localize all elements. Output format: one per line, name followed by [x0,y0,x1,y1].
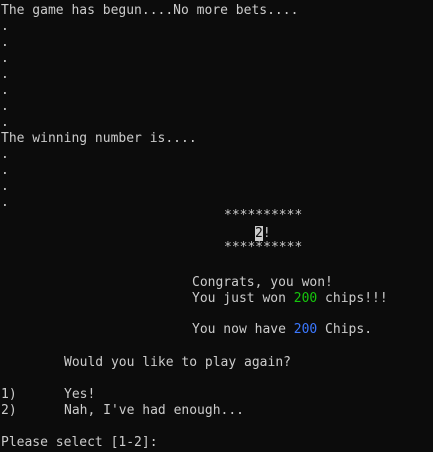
won-chips-text: You just won 200 chips!!! [192,291,388,307]
chip-balance-text: You now have 200 Chips. [192,322,372,338]
winning-number: 2 [255,226,263,241]
progress-dot: . [1,115,9,130]
progress-dot: . [1,163,9,178]
menu-option-yes: 1) [1,387,17,403]
chip-balance: 200 [293,322,318,337]
option-label-no: Nah, I've had enough... [64,403,245,418]
progress-dot: . [1,67,9,82]
progress-dot: . [1,195,9,210]
won-amount: 200 [293,291,318,306]
winning-number-suffix: ! [262,226,271,241]
won-prefix: You just won [192,291,294,306]
stars-bottom: ********** [224,240,303,255]
option-number: 2) [1,403,17,418]
balance-suffix: Chips. [317,322,373,337]
progress-dot: . [1,51,9,66]
progress-dot: . [1,35,9,50]
winning-intro-text: The winning number is.... [1,131,197,146]
balance-prefix: You now have [192,322,294,337]
progress-dot: . [1,99,9,114]
play-again-prompt: Would you like to play again? [64,355,291,370]
option-number: 1) [1,387,17,402]
progress-dot: . [1,19,9,34]
progress-dot: . [1,179,9,194]
option-label-yes: Yes! [64,387,96,402]
menu-option-no: 2) [1,403,17,419]
progress-dot: . [1,83,9,98]
stars-top: ********** [224,208,303,223]
congrats-text: Congrats, you won! [192,275,333,290]
won-suffix: chips!!! [317,291,388,306]
game-begun-text: The game has begun....No more bets.... [1,3,299,18]
select-prompt[interactable]: Please select [1-2]: [1,435,158,451]
progress-dot: . [1,147,9,162]
